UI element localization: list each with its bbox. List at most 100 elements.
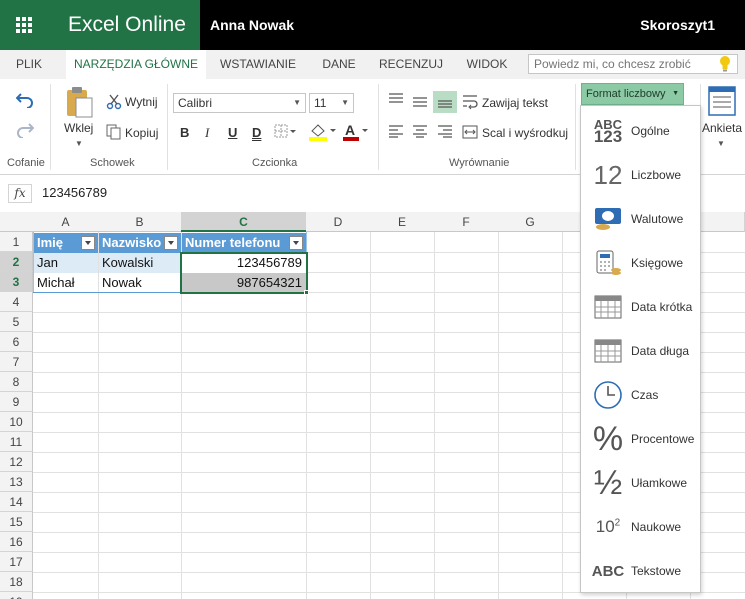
row-header-15[interactable]: 15: [0, 512, 33, 532]
menu-item-number[interactable]: 12 Liczbowe: [581, 153, 700, 197]
select-all-corner[interactable]: [0, 212, 34, 232]
column-header-d[interactable]: D: [306, 212, 371, 232]
waffle-icon: [16, 17, 32, 33]
bold-button[interactable]: B: [180, 125, 189, 140]
menu-item-fraction[interactable]: ½ Ułamkowe: [581, 461, 700, 505]
row-header-3[interactable]: 3: [0, 272, 33, 292]
separator: [378, 84, 379, 170]
document-name[interactable]: Skoroszyt1: [640, 0, 715, 50]
column-header-c[interactable]: C: [181, 212, 307, 232]
user-name[interactable]: Anna Nowak: [210, 0, 294, 50]
italic-button[interactable]: I: [205, 125, 209, 141]
app-title[interactable]: Excel Online: [48, 0, 200, 50]
row-header-11[interactable]: 11: [0, 432, 33, 452]
fill-color-icon[interactable]: [308, 122, 336, 142]
menu-item-percent[interactable]: % Procentowe: [581, 417, 700, 461]
number-format-value: Format liczbowy: [586, 88, 666, 100]
align-right-icon[interactable]: [437, 124, 453, 138]
row-header-6[interactable]: 6: [0, 332, 33, 352]
row-header-4[interactable]: 4: [0, 292, 33, 312]
row-header-19[interactable]: 19: [0, 592, 33, 599]
menu-item-label: Ogólne: [631, 124, 670, 138]
menu-item-general-abc123[interactable]: ABC 123 Ogólne: [581, 109, 700, 153]
tab-file[interactable]: PLIK: [0, 50, 58, 79]
redo-icon[interactable]: [16, 122, 34, 138]
align-bottom-button[interactable]: [433, 91, 457, 113]
copy-button[interactable]: Kopiuj: [125, 126, 158, 140]
menu-item-accounting[interactable]: Księgowe: [581, 241, 700, 285]
undo-group-label: Cofanie: [7, 157, 45, 169]
row-header-5[interactable]: 5: [0, 312, 33, 332]
fill-handle[interactable]: [304, 290, 309, 295]
row-header-12[interactable]: 12: [0, 452, 33, 472]
menu-item-label: Data krótka: [631, 300, 693, 314]
calendar-long-icon: [591, 335, 625, 367]
menu-item-label: Tekstowe: [631, 564, 682, 578]
survey-button[interactable]: Ankieta: [702, 121, 742, 135]
menu-item-text-abc[interactable]: ABC Tekstowe: [581, 549, 700, 593]
survey-dropdown-icon[interactable]: ▼: [717, 139, 725, 148]
align-left-icon[interactable]: [388, 124, 404, 138]
scissors-icon: [106, 94, 122, 110]
wrap-text-icon: [463, 95, 478, 110]
formula-input[interactable]: 123456789: [42, 185, 107, 200]
column-header-b[interactable]: B: [98, 212, 182, 232]
tab-data[interactable]: DANE: [314, 50, 364, 79]
borders-icon[interactable]: [274, 124, 296, 140]
column-header-f[interactable]: F: [434, 212, 499, 232]
tab-view[interactable]: WIDOK: [458, 50, 516, 79]
tab-insert[interactable]: WSTAWIANIE: [214, 50, 302, 79]
align-center-icon[interactable]: [412, 124, 428, 138]
menu-item-calendar-short[interactable]: Data krótka: [581, 285, 700, 329]
row-header-10[interactable]: 10: [0, 412, 33, 432]
font-group-label: Czcionka: [252, 157, 298, 169]
menu-item-calendar-long[interactable]: Data długa: [581, 329, 700, 373]
cut-button[interactable]: Wytnij: [125, 95, 158, 109]
fx-icon[interactable]: fx: [8, 184, 32, 203]
number-format-select[interactable]: Format liczbowy ▼: [581, 83, 684, 105]
clock-icon: [591, 379, 625, 411]
row-header-17[interactable]: 17: [0, 552, 33, 572]
font-color-icon[interactable]: A: [342, 122, 370, 142]
tab-review[interactable]: RECENZUJ: [374, 50, 448, 79]
row-header-16[interactable]: 16: [0, 532, 33, 552]
lightbulb-icon: [720, 56, 730, 72]
menu-item-currency[interactable]: Walutowe: [581, 197, 700, 241]
menu-item-scientific[interactable]: 102 Naukowe: [581, 505, 700, 549]
align-top-icon[interactable]: [388, 92, 404, 106]
font-size-select[interactable]: 11 ▼: [309, 93, 354, 113]
row-header-9[interactable]: 9: [0, 392, 33, 412]
paste-button[interactable]: Wklej: [64, 121, 93, 135]
double-underline-button[interactable]: D: [252, 125, 261, 140]
row-header-2[interactable]: 2: [0, 252, 33, 272]
column-header-e[interactable]: E: [370, 212, 435, 232]
number-icon: 12: [593, 159, 623, 190]
gridline: [498, 232, 499, 599]
row-header-13[interactable]: 13: [0, 472, 33, 492]
undo-icon[interactable]: [16, 92, 34, 108]
row-header-14[interactable]: 14: [0, 492, 33, 512]
gridline: [370, 232, 371, 599]
app-launcher-button[interactable]: [0, 0, 48, 50]
separator: [50, 84, 51, 170]
merge-center-button[interactable]: Scal i wyśrodkuj: [482, 126, 568, 140]
column-header-g[interactable]: G: [498, 212, 563, 232]
paste-dropdown-icon[interactable]: ▼: [75, 139, 83, 148]
row-header-8[interactable]: 8: [0, 372, 33, 392]
column-header-a[interactable]: A: [33, 212, 99, 232]
row-header-7[interactable]: 7: [0, 352, 33, 372]
font-name-value: Calibri: [178, 96, 213, 110]
wrap-text-button[interactable]: Zawijaj tekst: [482, 96, 548, 110]
general-abc123-icon: ABC 123: [593, 116, 623, 146]
font-name-select[interactable]: Calibri ▼: [173, 93, 306, 113]
paste-icon[interactable]: [64, 86, 94, 118]
tab-home[interactable]: NARZĘDZIA GŁÓWNE: [66, 50, 206, 79]
menu-item-label: Czas: [631, 388, 659, 402]
row-header-18[interactable]: 18: [0, 572, 33, 592]
menu-item-clock[interactable]: Czas: [581, 373, 700, 417]
underline-button[interactable]: U: [228, 125, 237, 140]
align-middle-icon[interactable]: [412, 94, 428, 108]
merge-center-icon: [462, 125, 478, 139]
row-header-1[interactable]: 1: [0, 232, 33, 252]
tell-me-input[interactable]: [528, 54, 738, 74]
